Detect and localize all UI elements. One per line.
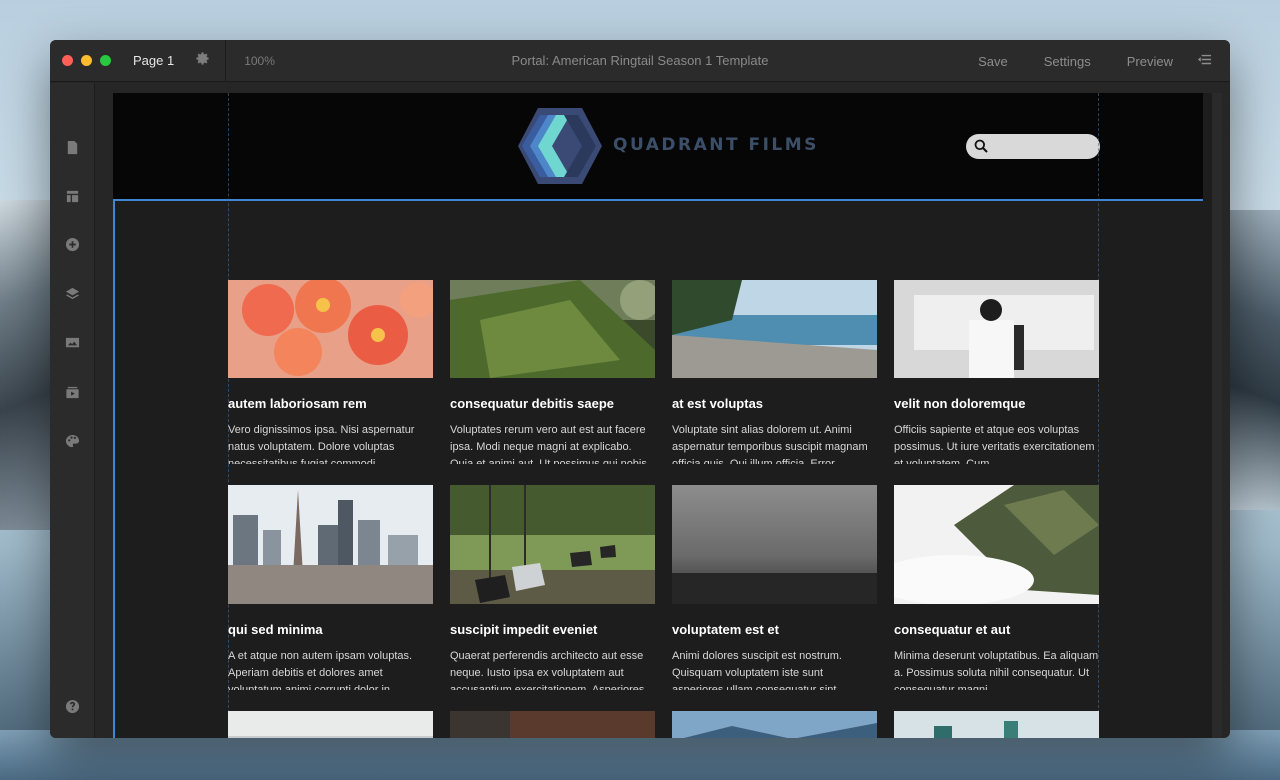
card-title: voluptatem est et bbox=[672, 622, 779, 637]
card-text: Quaerat perferendis architecto aut esse … bbox=[450, 650, 648, 690]
content-card[interactable]: consequatur et aut Minima deserunt volup… bbox=[894, 485, 1099, 690]
palette-icon[interactable] bbox=[63, 432, 81, 450]
content-card[interactable]: consequatur debitis saepe Voluptates rer… bbox=[450, 280, 655, 464]
collapse-panel-icon[interactable] bbox=[1197, 52, 1212, 71]
site-header[interactable]: QUADRANT FILMS bbox=[113, 93, 1203, 199]
content-card[interactable]: autem laboriosam rem Vero dignissimos ip… bbox=[228, 280, 433, 464]
layout-icon[interactable] bbox=[63, 187, 81, 205]
card-image-swings bbox=[450, 485, 655, 604]
brand-name: QUADRANT FILMS bbox=[613, 135, 819, 155]
gear-icon[interactable] bbox=[194, 51, 210, 71]
card-image-sky bbox=[228, 711, 433, 738]
save-button[interactable]: Save bbox=[978, 54, 1008, 69]
content-card[interactable]: velit non doloremque Officiis sapiente e… bbox=[894, 280, 1099, 464]
card-image-lake bbox=[894, 711, 1099, 738]
toolbar-divider bbox=[225, 40, 227, 82]
card-title: consequatur debitis saepe bbox=[450, 396, 614, 411]
minimize-window-button[interactable] bbox=[81, 55, 92, 66]
card-image-fog-forest bbox=[672, 485, 877, 604]
zoom-level[interactable]: 100% bbox=[244, 54, 275, 68]
card-image-beach bbox=[672, 280, 877, 378]
zoom-window-button[interactable] bbox=[100, 55, 111, 66]
card-title: at est voluptas bbox=[672, 396, 764, 411]
card-text: Vero dignissimos ipsa. Nisi aspernatur n… bbox=[228, 424, 415, 464]
content-card[interactable] bbox=[450, 711, 655, 738]
card-image-city bbox=[228, 485, 433, 604]
page-icon[interactable] bbox=[63, 138, 81, 156]
toolbar-actions: Save Settings Preview bbox=[978, 40, 1230, 82]
window-controls bbox=[62, 55, 111, 66]
search-icon bbox=[974, 139, 988, 153]
layers-icon[interactable] bbox=[63, 284, 81, 302]
page-canvas: QUADRANT FILMS autem laboriosam rem Vero… bbox=[113, 93, 1212, 738]
card-title: suscipit impedit eveniet bbox=[450, 622, 598, 637]
content-card[interactable]: voluptatem est et Animi dolores suscipit… bbox=[672, 485, 877, 690]
quadrant-films-logo bbox=[518, 108, 602, 184]
tool-sidebar bbox=[50, 83, 95, 738]
card-text: Minima deserunt voluptatibus. Ea aliquam… bbox=[894, 650, 1099, 690]
content-card[interactable] bbox=[228, 711, 433, 738]
card-text: Officiis sapiente et atque eos voluptas … bbox=[894, 424, 1095, 464]
add-icon[interactable] bbox=[63, 235, 81, 253]
content-card[interactable]: at est voluptas Voluptate sint alias dol… bbox=[672, 280, 877, 464]
content-card[interactable] bbox=[894, 711, 1099, 738]
content-card[interactable]: suscipit impedit eveniet Quaerat perfere… bbox=[450, 485, 655, 690]
card-image-mountains bbox=[672, 711, 877, 738]
card-image-moss bbox=[450, 280, 655, 378]
card-text: Voluptates rerum vero aut est aut facere… bbox=[450, 424, 650, 464]
card-title: autem laboriosam rem bbox=[228, 396, 367, 411]
image-icon[interactable] bbox=[63, 333, 81, 351]
card-text: Animi dolores suscipit est nostrum. Quis… bbox=[672, 650, 842, 690]
media-icon[interactable] bbox=[63, 383, 81, 401]
card-title: consequatur et aut bbox=[894, 622, 1011, 637]
content-card[interactable] bbox=[672, 711, 877, 738]
site-search-input[interactable] bbox=[966, 134, 1100, 159]
canvas-scrollbar[interactable] bbox=[1212, 93, 1222, 738]
card-image-cliff-clouds bbox=[894, 485, 1099, 604]
close-window-button[interactable] bbox=[62, 55, 73, 66]
card-text: A et atque non autem ipsam voluptas. Ape… bbox=[228, 650, 413, 690]
preview-button[interactable]: Preview bbox=[1127, 54, 1173, 69]
title-bar: Page 1 100% Portal: American Ringtail Se… bbox=[50, 40, 1230, 82]
editor-window: Page 1 100% Portal: American Ringtail Se… bbox=[50, 40, 1230, 738]
card-image-train-woman bbox=[894, 280, 1099, 378]
card-image-bridge bbox=[450, 711, 655, 738]
card-text: Voluptate sint alias dolorem ut. Animi a… bbox=[672, 424, 868, 464]
card-image-flowers bbox=[228, 280, 433, 378]
help-icon[interactable] bbox=[63, 697, 81, 715]
card-title: qui sed minima bbox=[228, 622, 323, 637]
settings-button[interactable]: Settings bbox=[1044, 54, 1091, 69]
card-title: velit non doloremque bbox=[894, 396, 1026, 411]
content-card[interactable]: qui sed minima A et atque non autem ipsa… bbox=[228, 485, 433, 690]
page-selector[interactable]: Page 1 bbox=[133, 53, 174, 68]
